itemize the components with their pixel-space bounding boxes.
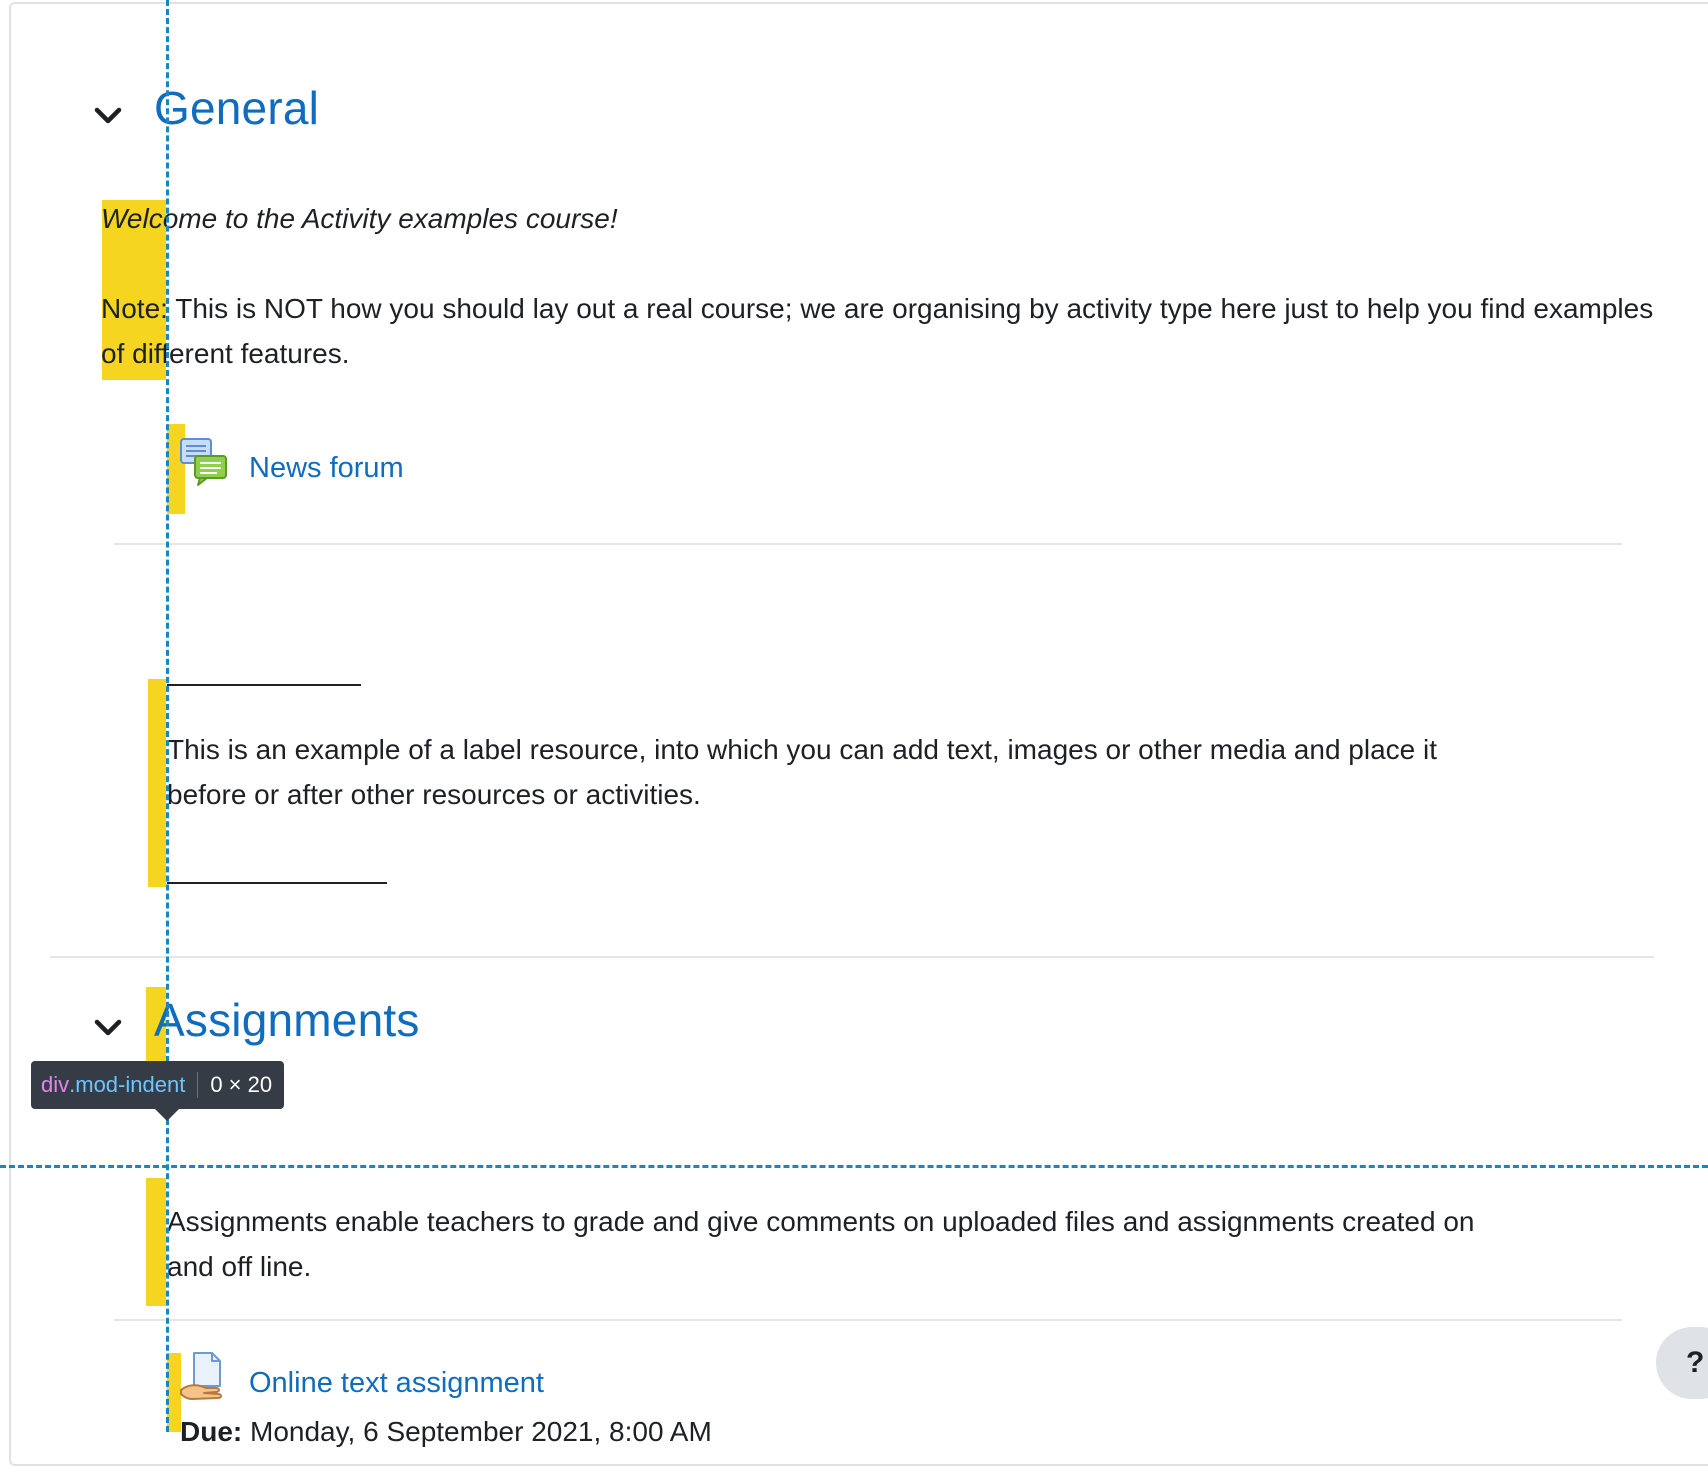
inspector-tooltip: div .mod-indent 0 × 20 [31,1061,285,1109]
inspector-guide-horizontal [0,1165,1708,1168]
forum-icon [178,436,230,488]
tooltip-dimensions: 0 × 20 [210,1072,273,1097]
tooltip-class: .mod-indent [69,1072,186,1097]
welcome-message: Welcome to the Activity examples course! [101,203,618,234]
tooltip-divider [197,1072,199,1098]
tooltip-arrow-icon [155,1109,179,1121]
activity-divider [114,1319,1622,1321]
label-rule-bottom [167,882,387,884]
section-title-assignments[interactable]: Assignments [154,997,420,1043]
section-title-general[interactable]: General [154,85,319,131]
note-label: Note [101,293,161,324]
welcome-text: Welcome to the Activity examples course! [101,196,1661,241]
section-divider [50,956,1654,958]
course-note: Note: This is NOT how you should lay out… [101,286,1661,376]
chevron-down-icon[interactable] [93,101,123,131]
due-date: Due: Monday, 6 September 2021, 8:00 AM [180,1418,712,1446]
label-rule-top [167,684,361,686]
indent-highlight [146,1178,166,1306]
note-text: : This is NOT how you should lay out a r… [101,293,1654,369]
chevron-down-icon[interactable] [93,1013,123,1043]
label-resource-text: This is an example of a label resource, … [167,734,1438,810]
assignment-icon [178,1350,230,1402]
online-text-assignment-link[interactable]: Online text assignment [249,1369,544,1398]
indent-highlight [148,679,166,887]
news-forum-link[interactable]: News forum [249,454,404,483]
inspector-guide-vertical [166,0,169,1432]
help-label: ? [1686,1346,1705,1379]
activity-divider [114,543,1622,545]
assignments-description: Assignments enable teachers to grade and… [167,1206,1475,1282]
tooltip-tag: div [41,1072,70,1097]
